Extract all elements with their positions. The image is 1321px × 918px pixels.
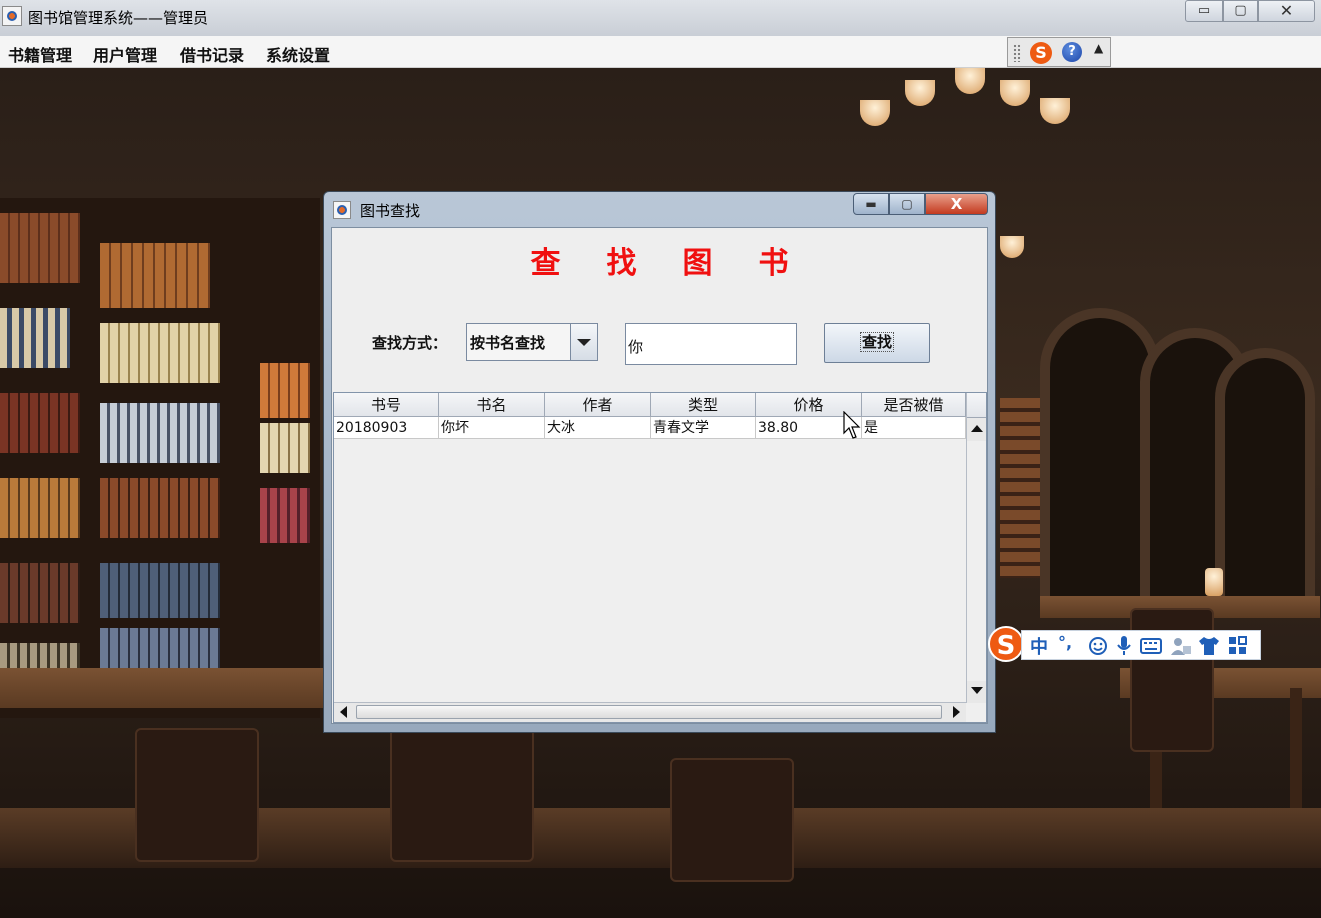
column-header-author[interactable]: 作者	[545, 393, 651, 417]
window-controls: ▭ ▢ ✕	[1185, 0, 1315, 24]
chair	[135, 728, 259, 862]
ime-status-bar: S 中 °,	[988, 626, 1261, 662]
page-title: 查找图书	[332, 238, 987, 282]
column-header-borrowed[interactable]: 是否被借	[862, 393, 966, 417]
dialog-titlebar[interactable]: 图书查找 ▬ ▢ X	[324, 192, 995, 226]
books	[0, 563, 80, 623]
mouse-pointer-icon	[843, 411, 861, 439]
dialog-maximize-button[interactable]: ▢	[889, 193, 925, 215]
scroll-up-icon[interactable]	[971, 425, 983, 432]
java-app-icon	[333, 201, 351, 219]
scroll-left-icon[interactable]	[340, 706, 347, 718]
column-header-book-id[interactable]: 书号	[334, 393, 439, 417]
microphone-icon[interactable]	[1116, 635, 1132, 657]
collapse-icon[interactable]: ▲	[1094, 41, 1103, 55]
sogou-logo-icon[interactable]: S	[1030, 42, 1052, 64]
chevron-down-icon[interactable]	[570, 324, 597, 360]
chair	[390, 728, 534, 862]
chair	[670, 758, 794, 882]
chandelier-lamp	[1040, 98, 1070, 124]
chandelier-lamp	[860, 100, 890, 126]
punctuation-toggle[interactable]: °,	[1058, 633, 1072, 652]
table-header: 书号 书名 作者 类型 价格 是否被借	[334, 393, 966, 417]
chandelier-lamp	[1000, 80, 1030, 106]
column-header-title[interactable]: 书名	[439, 393, 545, 417]
chinese-mode-toggle[interactable]: 中	[1030, 633, 1048, 659]
cell-type[interactable]: 青春文学	[651, 417, 756, 439]
book-search-dialog: 图书查找 ▬ ▢ X 查找图书 查找方式： 按书名查找 查找 书号 书名 作者 …	[323, 191, 996, 733]
menu-bar: 书籍管理 用户管理 借书记录 系统设置	[0, 36, 1321, 68]
keyboard-icon[interactable]	[1140, 638, 1162, 654]
books	[0, 308, 70, 368]
table-lamp	[1205, 568, 1223, 596]
chandelier-lamp	[905, 80, 935, 106]
column-header-type[interactable]: 类型	[651, 393, 756, 417]
chandelier-lamp	[955, 68, 985, 94]
chandelier-lamp	[1000, 236, 1024, 258]
scrollbar-track[interactable]	[967, 441, 986, 681]
emoji-icon[interactable]	[1088, 636, 1108, 656]
heading-char: 书	[758, 246, 789, 281]
books	[0, 393, 80, 453]
books	[0, 213, 80, 283]
vertical-scrollbar[interactable]	[966, 393, 986, 703]
java-app-icon	[2, 6, 22, 26]
ime-mini-toolbar: S ? ▲	[1007, 37, 1111, 67]
drag-grip-icon[interactable]	[1013, 44, 1021, 62]
table-row[interactable]: 20180903 你坏 大冰 青春文学 38.80 是	[334, 417, 966, 439]
books	[100, 478, 220, 538]
main-window-title: 图书馆管理系统——管理员	[28, 9, 209, 27]
heading-char: 图	[682, 246, 713, 281]
maximize-button[interactable]: ▢	[1223, 0, 1258, 22]
search-mode-label: 查找方式：	[372, 334, 448, 352]
main-window-titlebar: 图书馆管理系统——管理员 ▭ ▢ ✕	[0, 0, 1321, 36]
books	[100, 323, 220, 383]
search-button[interactable]: 查找	[824, 323, 930, 363]
books	[0, 478, 80, 538]
sogou-logo-icon[interactable]: S	[988, 626, 1024, 662]
scroll-down-icon[interactable]	[971, 687, 983, 694]
scrollbar-thumb[interactable]	[356, 705, 942, 719]
menu-user-management[interactable]: 用户管理	[93, 42, 157, 66]
reading-table	[0, 668, 330, 708]
dialog-close-button[interactable]: X	[925, 193, 988, 215]
books	[260, 488, 310, 543]
menu-system-settings[interactable]: 系统设置	[266, 42, 330, 66]
books	[260, 363, 310, 418]
search-button-label: 查找	[859, 332, 894, 352]
cell-title[interactable]: 你坏	[439, 417, 545, 439]
dialog-minimize-button[interactable]: ▬	[853, 193, 889, 215]
help-icon[interactable]: ?	[1062, 42, 1082, 62]
dialog-content: 查找图书 查找方式： 按书名查找 查找 书号 书名 作者 类型 价格 是否被借 …	[331, 227, 988, 724]
books	[100, 243, 210, 308]
cell-author[interactable]: 大冰	[545, 417, 651, 439]
horizontal-scrollbar[interactable]	[334, 702, 966, 722]
ime-bar-body: 中 °,	[1021, 630, 1261, 660]
heading-char: 查	[530, 246, 561, 281]
search-mode-value: 按书名查找	[470, 334, 546, 352]
menu-book-management[interactable]: 书籍管理	[8, 42, 72, 66]
cell-borrowed[interactable]: 是	[862, 417, 966, 439]
close-button[interactable]: ✕	[1258, 0, 1315, 22]
minimize-button[interactable]: ▭	[1185, 0, 1223, 22]
heading-char: 找	[606, 246, 637, 281]
table-leg	[1290, 688, 1302, 808]
user-icon[interactable]	[1170, 636, 1192, 656]
arch	[1215, 348, 1315, 598]
books	[100, 563, 220, 618]
dialog-title: 图书查找	[360, 202, 421, 220]
books	[100, 403, 220, 463]
books	[260, 423, 310, 473]
search-mode-select[interactable]: 按书名查找	[466, 323, 598, 361]
grid-icon[interactable]	[1228, 636, 1248, 656]
books	[1000, 398, 1040, 578]
shirt-icon[interactable]	[1198, 636, 1220, 656]
cell-book-id[interactable]: 20180903	[334, 417, 439, 439]
keyword-input[interactable]	[625, 323, 797, 365]
results-table: 书号 书名 作者 类型 价格 是否被借 20180903 你坏 大冰 青春文学 …	[333, 392, 987, 723]
scroll-right-icon[interactable]	[953, 706, 960, 718]
scrollbar-corner	[967, 393, 986, 418]
menu-borrow-records[interactable]: 借书记录	[180, 42, 244, 66]
